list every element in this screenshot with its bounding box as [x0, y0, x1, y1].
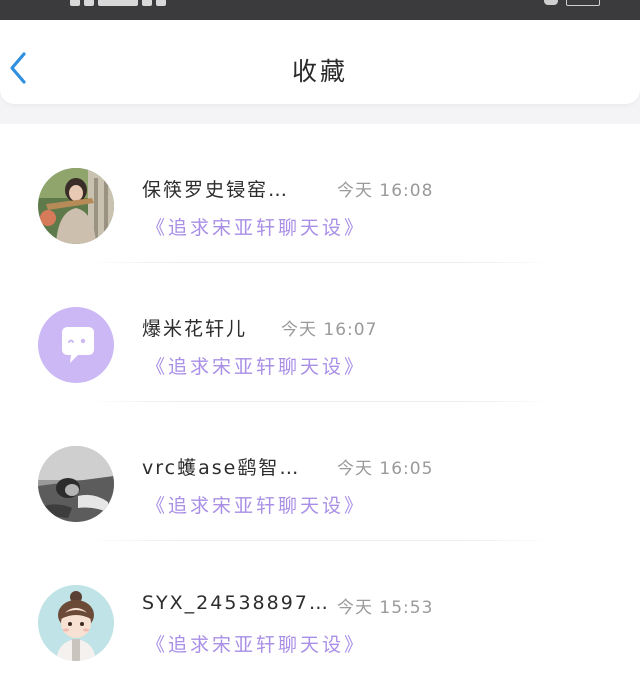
chat-bubble-icon: [38, 307, 114, 383]
favorites-list: 保筷罗史锓窑… 今天 16:08 《追求宋亚轩聊天设》 爆米花轩儿 今天 16:…: [0, 124, 640, 697]
contact-name: 保筷罗史锓窑…: [142, 179, 290, 201]
signal-icon: [84, 0, 94, 6]
contact-name: vrc蠖ase鹞智…: [142, 457, 301, 479]
page-title: 收藏: [291, 57, 348, 86]
contact-name: 爆米花轩儿: [142, 318, 248, 340]
contact-name: SYX_24538897…: [142, 592, 330, 614]
avatar: [38, 307, 114, 383]
timestamp: 今天 16:07: [281, 320, 378, 340]
timestamp: 今天 15:53: [337, 598, 434, 618]
avatar-cartoon-boy-icon: [38, 585, 114, 661]
status-indicators: [70, 0, 166, 6]
favorite-title: 《追求宋亚轩聊天设》: [146, 217, 367, 239]
timestamp: 今天 16:05: [337, 459, 434, 479]
avatar: [38, 585, 114, 661]
avatar: [38, 168, 114, 244]
battery-icon: [566, 0, 600, 6]
avatar-photo-girl-icon: [38, 168, 114, 244]
timestamp: 今天 16:08: [337, 181, 434, 201]
notification-icon: [156, 0, 166, 6]
status-bar: [0, 0, 640, 20]
wifi-icon: [544, 0, 558, 5]
avatar-photo-grayscale-icon: [38, 446, 114, 522]
top-bar: 收藏: [0, 20, 640, 104]
avatar: [38, 446, 114, 522]
notification-icon: [142, 0, 152, 6]
status-right: [536, 0, 600, 6]
list-item[interactable]: 爆米花轩儿 今天 16:07 《追求宋亚轩聊天设》: [0, 263, 640, 402]
clock-indicator: [98, 0, 138, 6]
favorite-title: 《追求宋亚轩聊天设》: [146, 356, 367, 378]
list-item[interactable]: vrc蠖ase鹞智… 今天 16:05 《追求宋亚轩聊天设》: [0, 402, 640, 541]
favorite-title: 《追求宋亚轩聊天设》: [146, 634, 367, 656]
favorite-title: 《追求宋亚轩聊天设》: [146, 495, 367, 517]
signal-icon: [70, 0, 80, 6]
list-item[interactable]: 保筷罗史锓窑… 今天 16:08 《追求宋亚轩聊天设》: [0, 124, 640, 263]
list-item[interactable]: SYX_24538897… 今天 15:53 《追求宋亚轩聊天设》: [0, 541, 640, 680]
